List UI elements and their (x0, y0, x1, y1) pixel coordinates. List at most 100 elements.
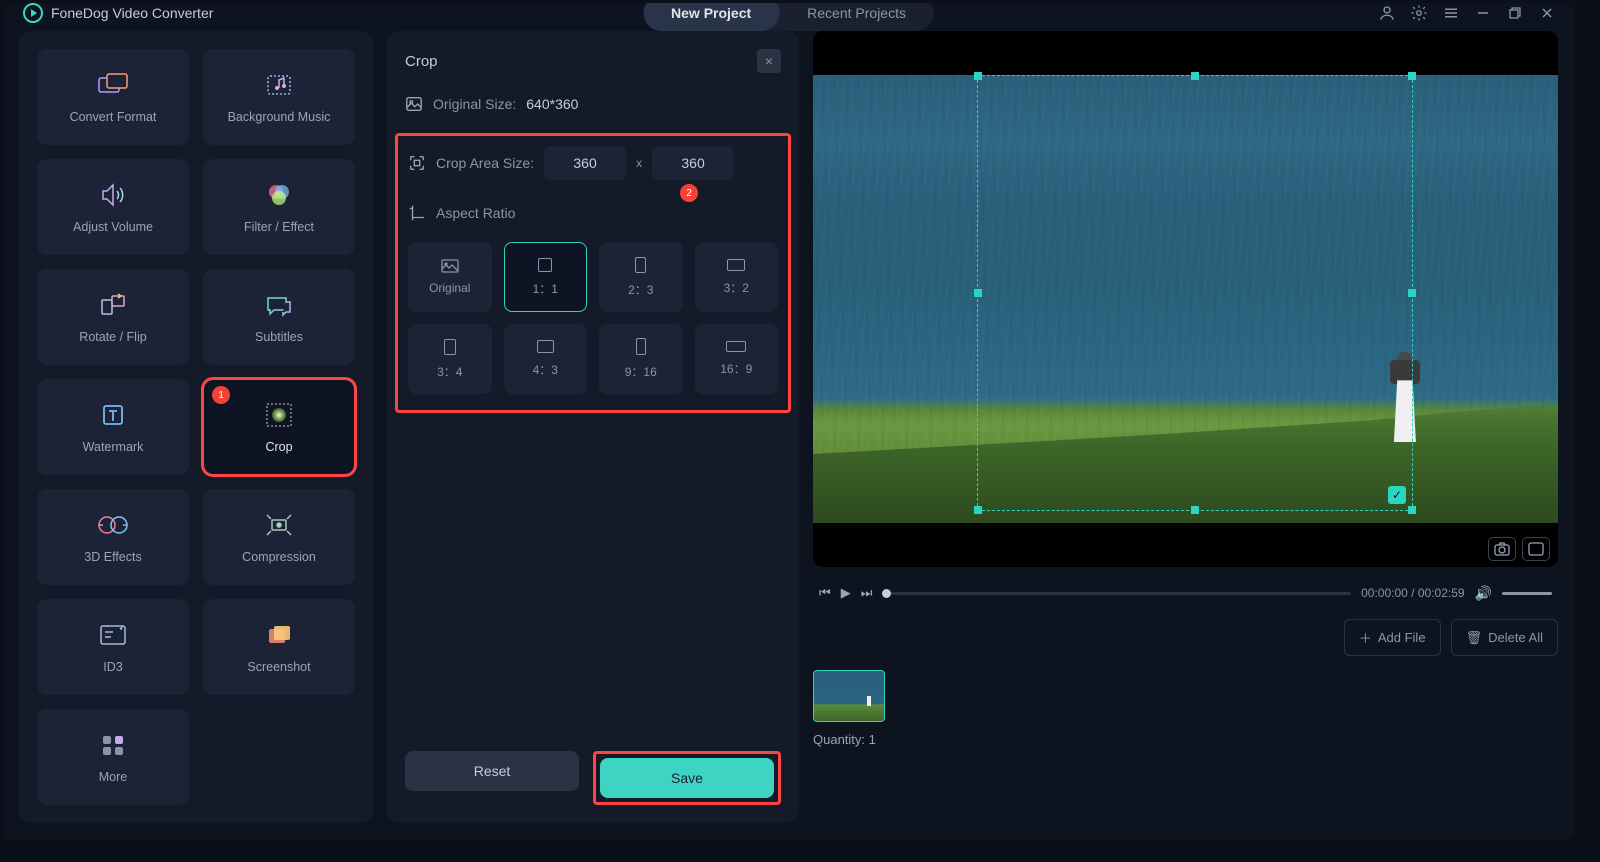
delete-all-button[interactable]: 🗑Delete All (1451, 619, 1558, 656)
logo-icon (23, 3, 43, 23)
ratio-original[interactable]: Original (408, 242, 492, 312)
ratio-shape-icon (538, 258, 552, 272)
crop-overlay[interactable]: ✓ (977, 75, 1413, 511)
ratio-shape-icon (444, 339, 456, 355)
tool-filter-effect[interactable]: Filter / Effect (203, 159, 355, 255)
plus-icon: ＋ (1359, 628, 1372, 647)
crop-handle-bl[interactable] (974, 506, 982, 514)
file-thumbnail[interactable] (813, 670, 885, 722)
volume-icon (96, 180, 130, 210)
crop-settings-annotated: 2 Crop Area Size: x Aspect Ratio Origina… (395, 133, 791, 413)
crop-handle-mr[interactable] (1408, 289, 1416, 297)
crop-handle-br[interactable] (1408, 506, 1416, 514)
tool-label: Background Music (228, 110, 331, 124)
tab-new-project[interactable]: New Project (643, 3, 779, 31)
minimize-icon[interactable] (1474, 4, 1492, 22)
seek-slider[interactable] (882, 592, 1351, 595)
tool-label: ID3 (103, 660, 122, 674)
ratio-3-2[interactable]: 3：2 (695, 242, 779, 312)
fullscreen-icon[interactable] (1522, 537, 1550, 561)
close-panel-button[interactable]: × (757, 49, 781, 73)
picture-icon (441, 259, 459, 273)
tool-label: Filter / Effect (244, 220, 314, 234)
ratio-shape-icon (537, 340, 554, 353)
tool-compression[interactable]: Compression (203, 489, 355, 585)
ratio-3-4[interactable]: 3：4 (408, 324, 492, 394)
ratio-4-3[interactable]: 4：3 (504, 324, 588, 394)
window-controls (1378, 4, 1556, 22)
crop-handle-bm[interactable] (1191, 506, 1199, 514)
subtitles-icon (262, 290, 296, 320)
app-logo: FoneDog Video Converter (23, 3, 213, 23)
tool-watermark[interactable]: Watermark (37, 379, 189, 475)
preview-area: ✓ ⏮ ▶ ⏭ 00:00:00 / 00:02:59 🔊 ＋Add File … (813, 31, 1558, 823)
crop-handle-tr[interactable] (1408, 72, 1416, 80)
filter-icon (262, 180, 296, 210)
tool-more[interactable]: More (37, 709, 189, 805)
file-actions: ＋Add File 🗑Delete All (813, 619, 1558, 656)
play-icon[interactable]: ▶ (841, 585, 851, 601)
tool-convert-format[interactable]: Convert Format (37, 49, 189, 145)
crop-handle-tm[interactable] (1191, 72, 1199, 80)
camera-icon[interactable] (1488, 537, 1516, 561)
music-icon (262, 70, 296, 100)
crop-width-input[interactable] (544, 146, 626, 180)
prev-frame-icon[interactable]: ⏮ (819, 585, 831, 601)
original-size-row: Original Size: 640*360 (387, 87, 799, 121)
ratio-2-3[interactable]: 2：3 (599, 242, 683, 312)
id3-icon (96, 620, 130, 650)
close-icon[interactable] (1538, 4, 1556, 22)
x-separator: x (636, 156, 642, 170)
tool-background-music[interactable]: Background Music (203, 49, 355, 145)
crop-area-icon (408, 154, 426, 172)
ratio-shape-icon (635, 257, 646, 273)
3d-icon (96, 510, 130, 540)
settings-icon[interactable] (1410, 4, 1428, 22)
video-preview[interactable]: ✓ (813, 31, 1558, 567)
tool-subtitles[interactable]: Subtitles (203, 269, 355, 365)
tool-label: Convert Format (70, 110, 157, 124)
quantity-label: Quantity: 1 (813, 732, 1558, 747)
thumbnail-row: Quantity: 1 (813, 666, 1558, 823)
tab-recent-projects[interactable]: Recent Projects (779, 3, 934, 31)
tool-panel: Convert Format Background Music Adjust V… (19, 31, 373, 823)
playback-time: 00:00:00 / 00:02:59 (1361, 586, 1464, 600)
volume-slider[interactable] (1502, 592, 1552, 595)
tool-id3[interactable]: ID3 (37, 599, 189, 695)
annotation-badge-1: 1 (212, 386, 230, 404)
ratio-shape-icon (727, 259, 745, 271)
add-file-button[interactable]: ＋Add File (1344, 619, 1441, 656)
volume-icon[interactable]: 🔊 (1475, 585, 1492, 602)
tool-label: Compression (242, 550, 316, 564)
trash-icon: 🗑 (1466, 630, 1483, 646)
tool-label: Watermark (83, 440, 144, 454)
ratio-16-9[interactable]: 16：9 (695, 324, 779, 394)
maximize-icon[interactable] (1506, 4, 1524, 22)
crop-handle-ml[interactable] (974, 289, 982, 297)
save-button[interactable]: Save (600, 758, 774, 798)
tool-label: Adjust Volume (73, 220, 153, 234)
reset-button[interactable]: Reset (405, 751, 579, 791)
tool-label: 3D Effects (84, 550, 141, 564)
aspect-ratio-grid: Original 1：1 2：3 3：2 (408, 242, 778, 394)
tool-crop[interactable]: 1 Crop (203, 379, 355, 475)
ratio-9-16[interactable]: 9：16 (599, 324, 683, 394)
next-frame-icon[interactable]: ⏭ (861, 585, 873, 601)
ratio-1-1[interactable]: 1：1 (504, 242, 588, 312)
check-icon[interactable]: ✓ (1388, 486, 1406, 504)
tool-label: Rotate / Flip (79, 330, 146, 344)
tool-screenshot[interactable]: Screenshot (203, 599, 355, 695)
crop-handle-tl[interactable] (974, 72, 982, 80)
crop-panel-title: Crop (405, 53, 438, 70)
compress-icon (262, 510, 296, 540)
tool-rotate-flip[interactable]: Rotate / Flip (37, 269, 189, 365)
account-icon[interactable] (1378, 4, 1396, 22)
menu-icon[interactable] (1442, 4, 1460, 22)
aspect-ratio-label: Aspect Ratio (436, 205, 515, 221)
tool-adjust-volume[interactable]: Adjust Volume (37, 159, 189, 255)
ratio-shape-icon (636, 338, 646, 355)
tool-3d-effects[interactable]: 3D Effects (37, 489, 189, 585)
tool-label: More (99, 770, 127, 784)
crop-height-input[interactable] (652, 146, 734, 180)
tool-label: Subtitles (255, 330, 303, 344)
